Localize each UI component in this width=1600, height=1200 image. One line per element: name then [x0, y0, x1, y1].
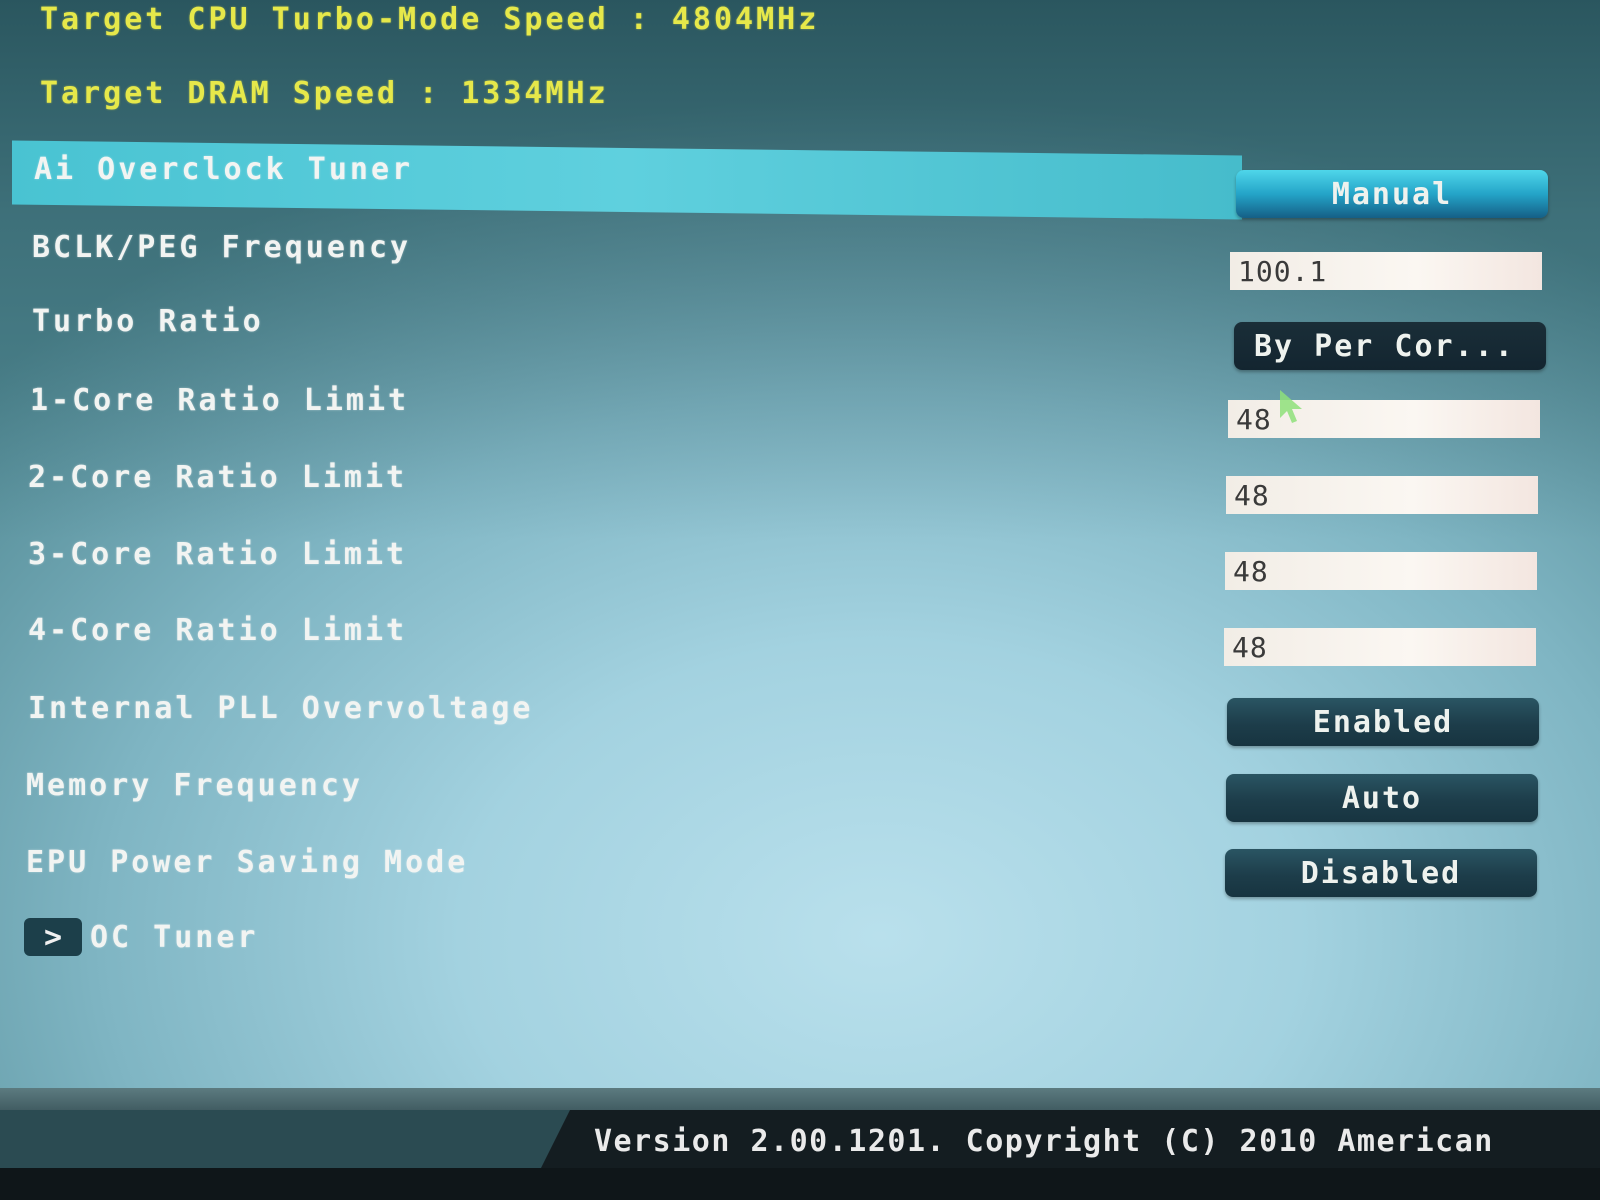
- version-copyright-text: Version 2.00.1201. Copyright (C) 2010 Am…: [594, 1124, 1494, 1159]
- submenu-oc-tuner[interactable]: OC Tuner: [90, 920, 259, 955]
- setting-label-4-core-ratio-limit[interactable]: 4-Core Ratio Limit: [28, 613, 407, 648]
- ai-overclock-tuner-dropdown[interactable]: Manual: [1236, 170, 1548, 218]
- epu-power-saving-mode-dropdown[interactable]: Disabled: [1225, 849, 1537, 897]
- memory-frequency-dropdown[interactable]: Auto: [1226, 774, 1538, 822]
- internal-pll-overvoltage-dropdown[interactable]: Enabled: [1227, 698, 1539, 746]
- 3-core-ratio-limit-input[interactable]: [1225, 552, 1537, 590]
- dram-speed-readout: Target DRAM Speed : 1334MHz: [40, 76, 609, 111]
- 1-core-ratio-limit-input[interactable]: [1228, 400, 1540, 438]
- setting-label-internal-pll-overvoltage[interactable]: Internal PLL Overvoltage: [28, 691, 533, 726]
- turbo-ratio-dropdown[interactable]: By Per Cor...: [1234, 322, 1546, 370]
- setting-label-ai-overclock-tuner[interactable]: Ai Overclock Tuner: [34, 152, 413, 187]
- bclk-peg-frequency-input[interactable]: [1230, 252, 1542, 290]
- setting-label-1-core-ratio-limit[interactable]: 1-Core Ratio Limit: [30, 383, 409, 418]
- setting-label-2-core-ratio-limit[interactable]: 2-Core Ratio Limit: [28, 460, 407, 495]
- 4-core-ratio-limit-input[interactable]: [1224, 628, 1536, 666]
- submenu-arrow-icon[interactable]: >: [24, 918, 82, 956]
- 2-core-ratio-limit-input[interactable]: [1226, 476, 1538, 514]
- mouse-cursor-icon: [1280, 390, 1302, 423]
- setting-label-3-core-ratio-limit[interactable]: 3-Core Ratio Limit: [28, 537, 407, 572]
- setting-label-bclk-peg-frequency[interactable]: BCLK/PEG Frequency: [32, 230, 411, 265]
- cpu-turbo-speed-readout: Target CPU Turbo-Mode Speed : 4804MHz: [40, 2, 820, 37]
- footer-band: [0, 1088, 1600, 1112]
- footer-bottom-strip: [0, 1168, 1600, 1200]
- setting-label-turbo-ratio[interactable]: Turbo Ratio: [32, 304, 264, 339]
- setting-label-memory-frequency[interactable]: Memory Frequency: [26, 768, 363, 803]
- setting-label-epu-power-saving-mode[interactable]: EPU Power Saving Mode: [26, 845, 468, 880]
